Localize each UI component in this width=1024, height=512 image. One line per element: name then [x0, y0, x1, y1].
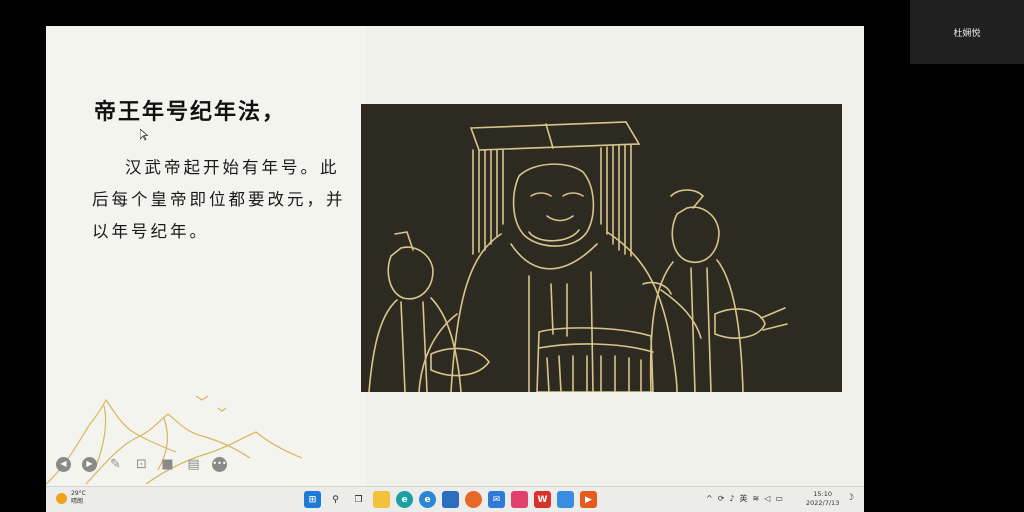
screen: 杜娴悦 帝王年号纪年法， 汉武帝起开始有年号。此后每个皇帝即位都要改元，并以年号… — [0, 0, 1024, 512]
ie-icon[interactable]: e — [419, 491, 436, 508]
app-icon[interactable] — [511, 491, 528, 508]
store-icon[interactable] — [442, 491, 459, 508]
photos-icon[interactable] — [557, 491, 574, 508]
wps-icon[interactable]: W — [534, 491, 551, 508]
search-icon[interactable]: ⚲ — [327, 491, 344, 508]
clock[interactable]: 15:10 2022/7/13 — [806, 490, 839, 508]
participant-name: 杜娴悦 — [953, 29, 981, 39]
emperor-painting — [361, 104, 842, 392]
subtitle-icon[interactable]: ▤ — [186, 457, 201, 472]
weather-condition: 晴朗 — [71, 498, 84, 505]
weather-temp: 29°C — [71, 490, 86, 497]
clock-date: 2022/7/13 — [806, 499, 840, 507]
windows-start-icon[interactable]: ⊞ — [304, 491, 321, 508]
taskbar: 29°C 晴朗 ⊞ ⚲ ❐ e e ✉ W ▶ ^ ⟳ ♪ 英 ≋ ◁ ▭ 15… — [46, 486, 864, 512]
next-icon[interactable]: ▶ — [82, 456, 97, 472]
zoom-icon[interactable]: ⊡ — [134, 457, 149, 472]
notification-icon[interactable]: ☽ — [846, 493, 854, 503]
slide-body-text: 汉武帝起开始有年号。此后每个皇帝即位都要改元，并以年号纪年。 — [92, 158, 346, 241]
edge-icon[interactable]: e — [396, 491, 413, 508]
media-player-icon[interactable]: ▶ — [580, 491, 597, 508]
wifi-icon[interactable]: ≋ — [753, 494, 760, 503]
weather-widget[interactable]: 29°C 晴朗 — [56, 490, 86, 506]
firefox-icon[interactable] — [465, 491, 482, 508]
speaker-icon[interactable]: ◁ — [764, 494, 770, 503]
camera-icon[interactable]: ■ — [160, 457, 175, 472]
clock-time: 15:10 — [813, 490, 833, 498]
ime-indicator[interactable]: 英 — [740, 493, 748, 504]
mail-icon[interactable]: ✉ — [488, 491, 505, 508]
mouse-pointer-icon — [140, 129, 148, 141]
taskbar-apps: ⊞ ⚲ ❐ e e ✉ W ▶ — [304, 491, 597, 508]
sun-icon — [56, 492, 67, 504]
file-explorer-icon[interactable] — [373, 491, 390, 508]
participant-tile[interactable]: 杜娴悦 — [910, 0, 1024, 64]
pen-icon[interactable]: ✎ — [108, 457, 123, 472]
more-icon[interactable]: ••• — [212, 456, 227, 472]
system-tray: ^ ⟳ ♪ 英 ≋ ◁ ▭ — [706, 493, 783, 504]
slide-controls: ◀ ▶ ✎ ⊡ ■ ▤ ••• — [56, 455, 227, 473]
slide-title: 帝王年号纪年法， — [94, 99, 287, 125]
presentation-slide[interactable]: 帝王年号纪年法， 汉武帝起开始有年号。此后每个皇帝即位都要改元，并以年号纪年。 — [46, 26, 864, 486]
task-view-icon[interactable]: ❐ — [350, 491, 367, 508]
chevron-up-icon[interactable]: ^ — [706, 494, 713, 503]
previous-icon[interactable]: ◀ — [56, 456, 71, 472]
sync-icon[interactable]: ⟳ — [718, 494, 725, 503]
emperor-painting-drawing — [361, 104, 842, 392]
battery-icon[interactable]: ▭ — [775, 494, 783, 503]
microphone-icon[interactable]: ♪ — [729, 494, 734, 503]
